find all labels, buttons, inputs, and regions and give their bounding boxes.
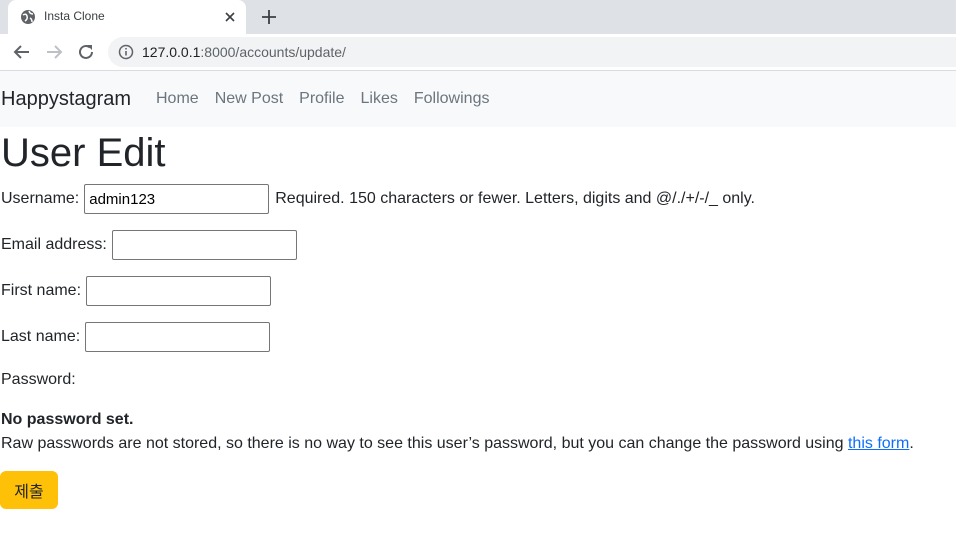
address-bar[interactable]: 127.0.0.1:8000/accounts/update/: [108, 37, 956, 67]
first-name-field[interactable]: [86, 276, 272, 306]
tab-title: Insta Clone: [44, 9, 105, 23]
close-icon[interactable]: [222, 9, 238, 25]
username-help-text: Required. 150 characters or fewer. Lette…: [275, 190, 755, 207]
browser-toolbar: 127.0.0.1:8000/accounts/update/: [0, 34, 956, 71]
new-tab-icon[interactable]: [260, 8, 278, 26]
browser-tabstrip: Insta Clone: [0, 0, 956, 34]
url-text: 127.0.0.1:8000/accounts/update/: [142, 44, 346, 60]
password-label: Password:: [1, 371, 76, 388]
password-status: No password set.: [1, 411, 134, 428]
nav-link-followings[interactable]: Followings: [414, 90, 490, 108]
page-title: User Edit: [1, 131, 166, 175]
globe-icon: [21, 10, 35, 24]
nav-links: Home New Post Profile Likes Followings: [156, 90, 505, 108]
username-row: Username: Required. 150 characters or fe…: [1, 184, 755, 214]
username-label: Username:: [1, 190, 80, 207]
username-field[interactable]: [84, 184, 270, 214]
browser-tab[interactable]: Insta Clone: [8, 0, 246, 34]
nav-link-profile[interactable]: Profile: [299, 90, 344, 108]
nav-link-new-post[interactable]: New Post: [215, 90, 283, 108]
nav-link-home[interactable]: Home: [156, 90, 199, 108]
nav-link-likes[interactable]: Likes: [361, 90, 398, 108]
back-arrow-icon[interactable]: [12, 42, 32, 62]
first-name-label: First name:: [1, 282, 82, 299]
navbar-brand[interactable]: Happystagram: [1, 88, 131, 111]
first-name-row: First name:: [1, 276, 272, 306]
reload-icon[interactable]: [76, 42, 96, 62]
submit-button[interactable]: 제출: [0, 471, 58, 509]
password-row: Password:: [1, 371, 81, 389]
email-row: Email address:: [1, 230, 297, 260]
email-label: Email address:: [1, 236, 107, 253]
password-help-text: Raw passwords are not stored, so there i…: [1, 435, 914, 452]
change-password-link[interactable]: this form: [848, 435, 909, 452]
forward-arrow-icon[interactable]: [44, 42, 64, 62]
info-icon[interactable]: [118, 44, 134, 60]
last-name-label: Last name:: [1, 328, 81, 345]
site-navbar: Happystagram Home New Post Profile Likes…: [0, 71, 956, 127]
email-field[interactable]: [111, 230, 297, 260]
last-name-field[interactable]: [85, 322, 271, 352]
last-name-row: Last name:: [1, 322, 271, 352]
